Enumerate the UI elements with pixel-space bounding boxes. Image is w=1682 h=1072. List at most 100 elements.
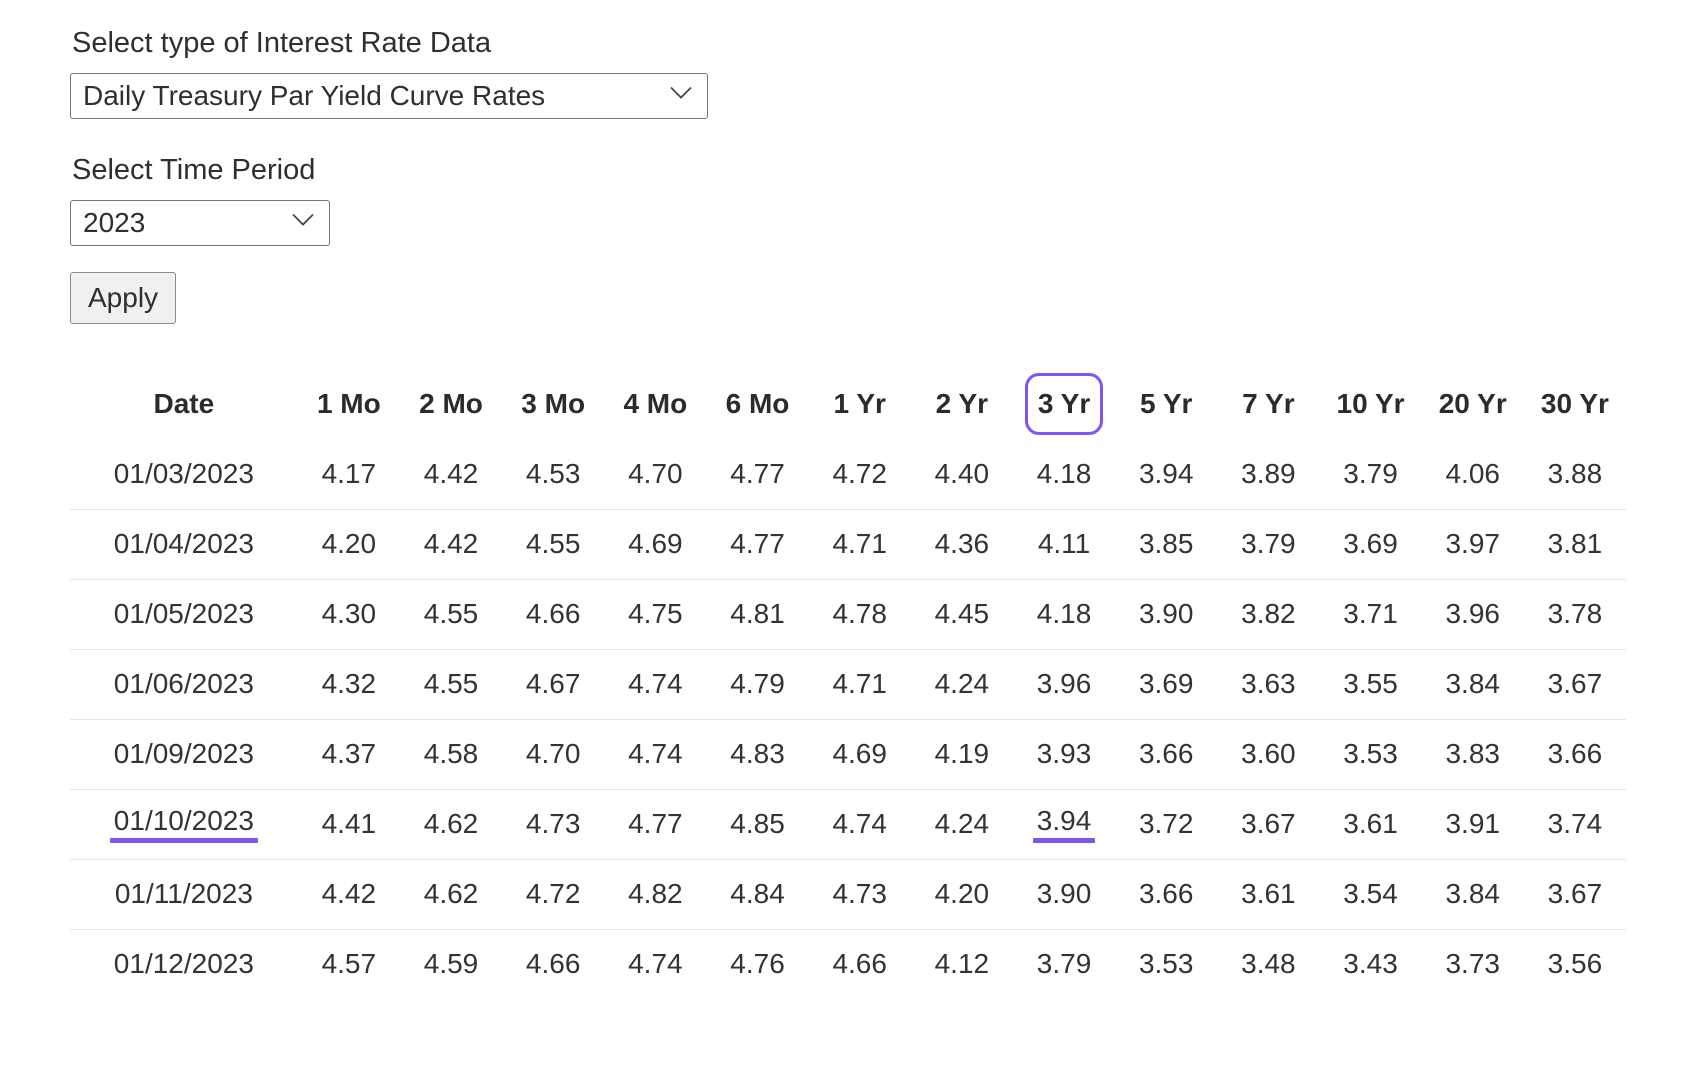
- cell-rate[interactable]: 3.67: [1217, 788, 1320, 860]
- column-header-1-mo[interactable]: 1 Mo: [298, 368, 400, 440]
- cell-rate[interactable]: 4.24: [910, 648, 1013, 720]
- cell-rate[interactable]: 4.30: [297, 578, 400, 650]
- cell-rate[interactable]: 4.66: [502, 928, 605, 999]
- cell-rate[interactable]: 4.55: [502, 508, 605, 580]
- cell-rate[interactable]: 4.42: [399, 508, 503, 580]
- cell-rate[interactable]: 3.74: [1523, 788, 1626, 860]
- cell-rate[interactable]: 3.61: [1319, 788, 1422, 860]
- cell-rate[interactable]: 4.19: [910, 718, 1013, 790]
- cell-rate[interactable]: 4.67: [502, 648, 605, 720]
- cell-date[interactable]: 01/11/2023: [70, 858, 298, 930]
- column-header-3-yr[interactable]: 3 Yr: [1013, 368, 1115, 440]
- cell-rate[interactable]: 3.66: [1523, 718, 1626, 790]
- time-period-select-wrap[interactable]: 2023: [70, 199, 330, 246]
- cell-rate[interactable]: 4.55: [399, 578, 503, 650]
- cell-rate[interactable]: 4.79: [706, 648, 809, 720]
- cell-date[interactable]: 01/09/2023: [70, 718, 298, 790]
- cell-rate[interactable]: 4.45: [910, 578, 1013, 650]
- cell-rate[interactable]: 4.20: [910, 858, 1013, 930]
- cell-rate[interactable]: 3.91: [1421, 788, 1524, 860]
- cell-rate[interactable]: 4.55: [399, 648, 503, 720]
- cell-rate[interactable]: 4.17: [298, 440, 400, 510]
- cell-rate[interactable]: 4.77: [604, 788, 707, 860]
- cell-rate[interactable]: 3.96: [1012, 648, 1116, 720]
- cell-rate[interactable]: 4.70: [502, 718, 605, 790]
- cell-rate[interactable]: 3.94: [1012, 788, 1116, 860]
- cell-rate[interactable]: 4.71: [808, 508, 911, 580]
- cell-rate[interactable]: 3.54: [1319, 858, 1422, 930]
- column-header-date[interactable]: Date: [70, 368, 298, 440]
- cell-rate[interactable]: 4.69: [604, 508, 707, 580]
- cell-rate[interactable]: 3.84: [1421, 648, 1524, 720]
- cell-rate[interactable]: 3.79: [1319, 440, 1421, 510]
- cell-date[interactable]: 01/10/2023: [70, 788, 298, 860]
- cell-rate[interactable]: 4.81: [706, 578, 809, 650]
- cell-rate[interactable]: 4.36: [910, 508, 1013, 580]
- cell-rate[interactable]: 3.88: [1524, 440, 1626, 510]
- cell-rate[interactable]: 4.72: [809, 440, 911, 510]
- cell-rate[interactable]: 3.55: [1319, 648, 1422, 720]
- column-header-2-yr[interactable]: 2 Yr: [911, 368, 1013, 440]
- cell-rate[interactable]: 3.79: [1217, 508, 1320, 580]
- cell-rate[interactable]: 3.89: [1217, 440, 1319, 510]
- cell-rate[interactable]: 4.62: [399, 858, 503, 930]
- time-period-select[interactable]: 2023: [70, 199, 330, 246]
- cell-rate[interactable]: 3.69: [1319, 508, 1422, 580]
- interest-rate-type-select-wrap[interactable]: Daily Treasury Par Yield Curve Rates: [70, 72, 708, 119]
- cell-rate[interactable]: 4.77: [706, 508, 809, 580]
- cell-rate[interactable]: 4.82: [604, 858, 707, 930]
- cell-rate[interactable]: 3.94: [1115, 440, 1217, 510]
- cell-rate[interactable]: 3.53: [1319, 718, 1422, 790]
- cell-rate[interactable]: 3.90: [1012, 858, 1116, 930]
- cell-rate[interactable]: 4.74: [604, 718, 707, 790]
- cell-rate[interactable]: 3.66: [1115, 858, 1218, 930]
- column-header-30-yr[interactable]: 30 Yr: [1524, 368, 1626, 440]
- cell-rate[interactable]: 3.69: [1115, 648, 1218, 720]
- cell-rate[interactable]: 4.18: [1013, 440, 1115, 510]
- cell-rate[interactable]: 4.62: [399, 788, 503, 860]
- column-header-5-yr[interactable]: 5 Yr: [1115, 368, 1217, 440]
- cell-rate[interactable]: 3.85: [1115, 508, 1218, 580]
- cell-rate[interactable]: 4.84: [706, 858, 809, 930]
- column-header-6-mo[interactable]: 6 Mo: [706, 368, 808, 440]
- cell-rate[interactable]: 4.53: [502, 440, 604, 510]
- cell-rate[interactable]: 4.83: [706, 718, 809, 790]
- cell-rate[interactable]: 4.12: [910, 928, 1013, 999]
- cell-rate[interactable]: 4.41: [297, 788, 400, 860]
- cell-rate[interactable]: 4.76: [706, 928, 809, 999]
- cell-rate[interactable]: 4.74: [604, 648, 707, 720]
- cell-rate[interactable]: 4.42: [297, 858, 400, 930]
- cell-rate[interactable]: 3.82: [1217, 578, 1320, 650]
- cell-rate[interactable]: 3.90: [1115, 578, 1218, 650]
- cell-rate[interactable]: 3.72: [1115, 788, 1218, 860]
- cell-rate[interactable]: 4.77: [706, 440, 808, 510]
- column-header-4-mo[interactable]: 4 Mo: [604, 368, 706, 440]
- cell-rate[interactable]: 3.60: [1217, 718, 1320, 790]
- column-header-3-mo[interactable]: 3 Mo: [502, 368, 604, 440]
- cell-rate[interactable]: 4.74: [604, 928, 707, 999]
- cell-rate[interactable]: 4.69: [808, 718, 911, 790]
- cell-rate[interactable]: 3.61: [1217, 858, 1320, 930]
- cell-rate[interactable]: 4.20: [297, 508, 400, 580]
- cell-rate[interactable]: 4.85: [706, 788, 809, 860]
- cell-rate[interactable]: 4.74: [808, 788, 911, 860]
- column-header-2-mo[interactable]: 2 Mo: [400, 368, 502, 440]
- cell-rate[interactable]: 4.18: [1012, 578, 1116, 650]
- cell-rate[interactable]: 4.73: [502, 788, 605, 860]
- cell-date[interactable]: 01/04/2023: [70, 508, 298, 580]
- cell-rate[interactable]: 4.58: [399, 718, 503, 790]
- cell-rate[interactable]: 4.57: [297, 928, 400, 999]
- cell-rate[interactable]: 3.79: [1012, 928, 1116, 999]
- cell-rate[interactable]: 4.40: [911, 440, 1013, 510]
- apply-button[interactable]: Apply: [70, 271, 177, 324]
- cell-rate[interactable]: 4.78: [808, 578, 911, 650]
- cell-rate[interactable]: 3.96: [1421, 578, 1524, 650]
- cell-rate[interactable]: 3.67: [1523, 858, 1626, 930]
- cell-date[interactable]: 01/05/2023: [70, 578, 298, 650]
- column-header-20-yr[interactable]: 20 Yr: [1422, 368, 1524, 440]
- cell-rate[interactable]: 4.24: [910, 788, 1013, 860]
- cell-rate[interactable]: 3.73: [1421, 928, 1524, 999]
- cell-rate[interactable]: 4.73: [808, 858, 911, 930]
- cell-rate[interactable]: 3.66: [1115, 718, 1218, 790]
- cell-date[interactable]: 01/06/2023: [70, 648, 298, 720]
